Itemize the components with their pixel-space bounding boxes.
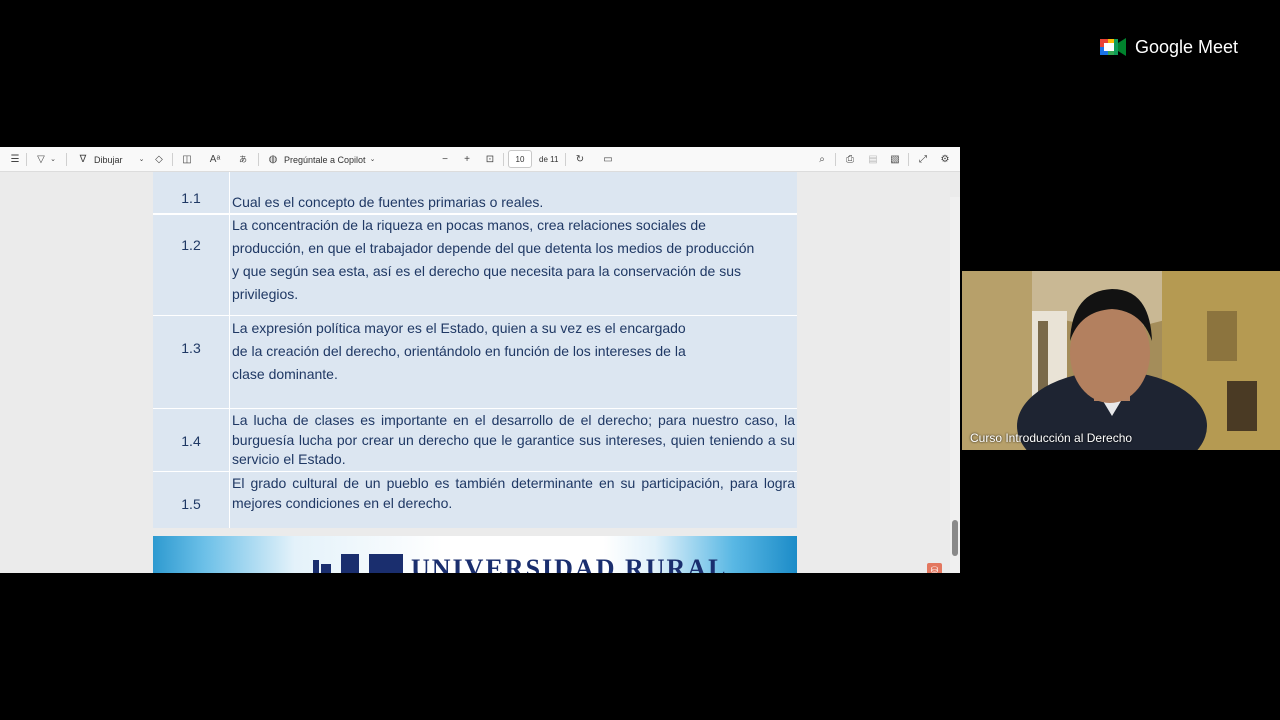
chevron-down-icon[interactable]: ⌄: [48, 153, 58, 167]
draw-button[interactable]: ∇ Dibujar ⌄: [76, 147, 147, 172]
row-text-line: La concentración de la riqueza en pocas …: [232, 217, 706, 233]
page-total: de 11: [539, 155, 559, 164]
row-text: El grado cultural de un pueblo es tambié…: [232, 475, 795, 511]
copilot-icon: ◍: [268, 153, 278, 165]
search-icon[interactable]: ⌕: [815, 153, 829, 167]
table-row: 1.5 El grado cultural de un pueblo es ta…: [153, 472, 797, 528]
row-number: 1.2: [181, 237, 201, 253]
meet-brand-label: Google Meet: [1135, 36, 1239, 57]
table-row: 1.3 La expresión política mayor es el Es…: [153, 316, 797, 409]
row-text-line: y que según sea esta, así es el derecho …: [232, 263, 741, 279]
row-text: La lucha de clases es importante en el d…: [232, 412, 795, 467]
fit-page-icon[interactable]: ⊡: [483, 153, 497, 167]
participant-name: Curso Introducción al Derecho: [970, 431, 1133, 445]
row-text: Cual es el concepto de fuentes primarias…: [232, 194, 544, 210]
save-as-icon[interactable]: ▧: [888, 153, 902, 167]
pdf-toolbar: ☰ ▽ ⌄ ∇ Dibujar ⌄ ◇ ◫ Aᵃ あ ◍ Pregúntale a…: [0, 147, 960, 172]
university-logo: [313, 554, 403, 573]
row-number: 1.3: [181, 340, 201, 356]
row-number: 1.1: [181, 190, 201, 206]
meet-camera-icon: [1100, 36, 1126, 58]
row-text-line: La expresión política mayor es el Estado…: [232, 320, 686, 336]
copilot-button[interactable]: ◍ Pregúntale a Copilot ⌄: [266, 147, 378, 172]
settings-icon[interactable]: ⚙: [938, 153, 952, 167]
row-text: La expresión política mayor es el Estado…: [232, 317, 795, 386]
row-number: 1.5: [181, 496, 201, 512]
shared-screen: ☰ ▽ ⌄ ∇ Dibujar ⌄ ◇ ◫ Aᵃ あ ◍ Pregúntale a…: [0, 147, 960, 573]
zoom-out-icon[interactable]: −: [438, 153, 452, 167]
content-table: 1.1 Cual es el concepto de fuentes prima…: [153, 172, 797, 528]
draw-icon: ∇: [79, 153, 87, 165]
google-meet-logo: Google Meet: [1100, 35, 1238, 59]
page-number-input[interactable]: 10: [508, 150, 532, 168]
print-icon[interactable]: ⎙: [843, 153, 857, 167]
fullscreen-icon[interactable]: ⤢: [916, 153, 930, 167]
contents-icon[interactable]: ☰: [8, 153, 22, 167]
two-page-icon[interactable]: ▭: [601, 153, 615, 167]
save-icon[interactable]: ▤: [866, 153, 880, 167]
eraser-icon[interactable]: ◇: [152, 153, 166, 167]
participant-video-tile[interactable]: Curso Introducción al Derecho: [962, 271, 1280, 450]
table-row: 1.1 Cual es el concepto de fuentes prima…: [153, 172, 797, 215]
read-aloud-icon[interactable]: Aᵃ: [208, 153, 222, 167]
highlight-icon[interactable]: ▽: [34, 153, 48, 167]
row-text-line: clase dominante.: [232, 366, 338, 382]
vertical-scrollbar[interactable]: [950, 197, 960, 573]
copilot-label: Pregúntale a Copilot: [284, 154, 366, 165]
pdf-page: 1.1 Cual es el concepto de fuentes prima…: [153, 172, 797, 528]
participant-video: [962, 271, 1280, 450]
pdf-viewer: 1.1 Cual es el concepto de fuentes prima…: [0, 172, 960, 573]
rotate-icon[interactable]: ↻: [573, 153, 587, 167]
row-text: La concentración de la riqueza en pocas …: [232, 214, 795, 306]
chevron-down-icon: ⌄: [138, 155, 145, 163]
row-number: 1.4: [181, 433, 201, 449]
banner-title: UNIVERSIDAD RURAL: [411, 554, 728, 573]
row-text-line: privilegios.: [232, 286, 299, 302]
draw-label: Dibujar: [94, 154, 123, 165]
scrollbar-thumb[interactable]: [952, 520, 958, 556]
table-row: 1.2 La concentración de la riqueza en po…: [153, 215, 797, 316]
chevron-down-icon: ⌄: [369, 155, 376, 163]
pdf-file-icon: ⛁: [927, 563, 942, 573]
row-text-line: de la creación del derecho, orientándolo…: [232, 343, 686, 359]
table-row: 1.4 La lucha de clases es importante en …: [153, 409, 797, 472]
zoom-in-icon[interactable]: +: [460, 153, 474, 167]
university-banner: UNIVERSIDAD RURAL: [153, 536, 797, 573]
row-text-line: producción, en que el trabajador depende…: [232, 240, 755, 256]
translate-icon[interactable]: あ: [236, 153, 250, 167]
page-view-icon[interactable]: ◫: [180, 153, 194, 167]
